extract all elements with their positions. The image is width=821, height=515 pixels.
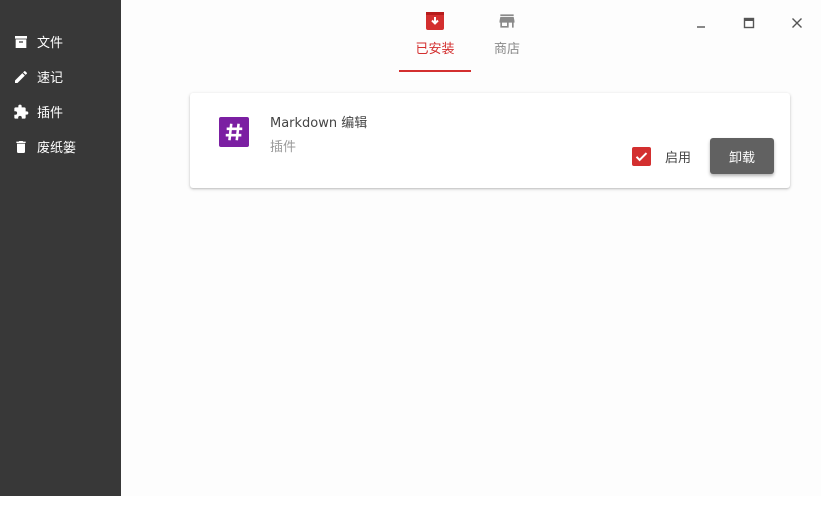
trash-icon — [12, 138, 30, 156]
sidebar-item-files[interactable]: 文件 — [0, 24, 121, 59]
tab-store[interactable]: 商店 — [471, 0, 543, 72]
check-icon — [635, 152, 648, 162]
puzzle-icon — [12, 103, 30, 121]
tab-bar: 已安装 商店 — [399, 0, 543, 72]
plugin-card: Markdown 编辑 插件 启用 卸载 — [190, 93, 790, 188]
minimize-button[interactable] — [677, 0, 725, 46]
plugin-type: 插件 — [270, 140, 297, 155]
sidebar-item-label: 文件 — [37, 36, 64, 51]
window-controls — [677, 0, 821, 46]
uninstall-button[interactable]: 卸载 — [710, 138, 774, 174]
plugin-name: Markdown 编辑 — [270, 116, 368, 131]
sidebar-item-trash[interactable]: 废纸篓 — [0, 129, 121, 164]
maximize-button[interactable] — [725, 0, 773, 46]
close-button[interactable] — [773, 0, 821, 46]
tab-installed[interactable]: 已安装 — [399, 0, 471, 72]
sidebar-item-label: 速记 — [37, 71, 64, 86]
store-icon — [497, 11, 517, 31]
sidebar-item-label: 废纸篓 — [37, 141, 77, 156]
enable-label: 启用 — [665, 151, 692, 166]
archive-icon — [12, 33, 30, 51]
sidebar-item-label: 插件 — [37, 106, 64, 121]
sidebar: 文件 速记 插件 废纸篓 — [0, 0, 121, 496]
enable-checkbox[interactable] — [632, 147, 651, 166]
bottom-strip — [0, 496, 821, 515]
sidebar-item-plugins[interactable]: 插件 — [0, 94, 121, 129]
maximize-icon — [743, 17, 755, 29]
main-area: 已安装 商店 Markdown 编辑 插件 启用 卸载 — [121, 0, 821, 496]
tab-label: 商店 — [493, 42, 520, 57]
sidebar-item-notes[interactable]: 速记 — [0, 59, 121, 94]
enable-toggle[interactable]: 启用 — [632, 147, 691, 166]
close-icon — [792, 18, 802, 28]
download-box-icon — [425, 11, 445, 31]
minimize-icon — [697, 26, 705, 28]
pencil-icon — [12, 68, 30, 86]
tab-label: 已安装 — [415, 42, 455, 57]
hash-icon — [219, 117, 249, 147]
